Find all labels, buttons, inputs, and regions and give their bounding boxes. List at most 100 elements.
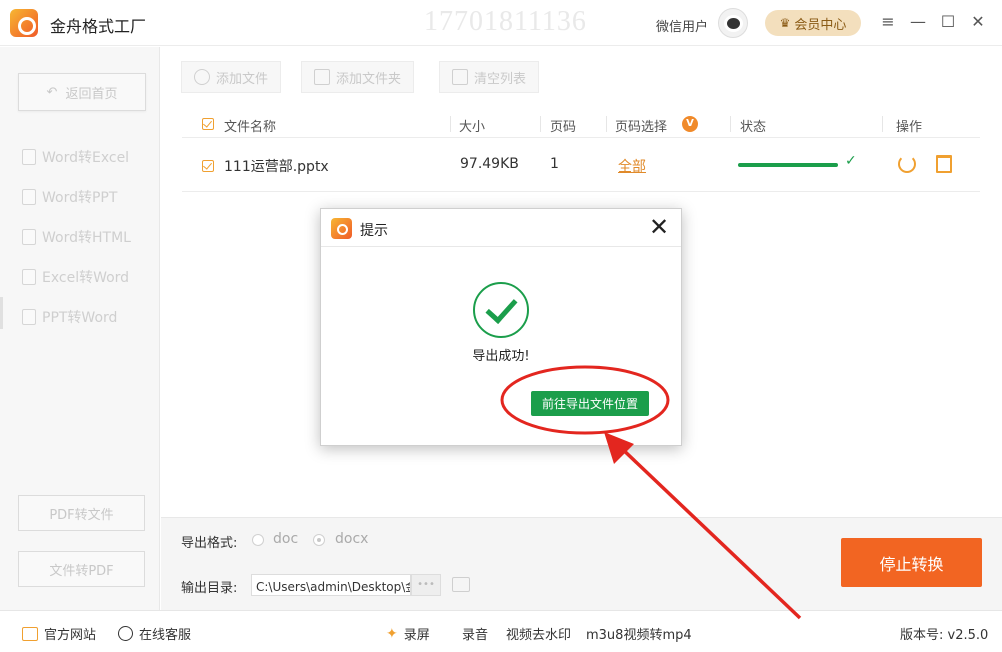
document-icon: [22, 309, 36, 325]
document-icon: [22, 149, 36, 165]
export-format-label: 导出格式:: [181, 536, 238, 551]
table-row[interactable]: 111运营部.pptx 97.49KB 1 全部 ✓: [182, 140, 980, 192]
add-file-button[interactable]: 添加文件: [181, 61, 282, 93]
column-divider: [606, 116, 607, 132]
header-pages: 页码: [550, 120, 577, 135]
wechat-user-label[interactable]: 微信用户: [656, 16, 708, 35]
browse-dir-button[interactable]: •••: [411, 574, 441, 596]
back-home-label: 返回首页: [65, 86, 118, 102]
sidebar-item-word-to-ppt[interactable]: Word转PPT: [22, 187, 117, 207]
success-check-icon: [473, 282, 529, 338]
version-label: 版本号: v2.5.0: [900, 628, 989, 643]
dialog-title: 提示: [360, 223, 388, 239]
stop-conversion-button[interactable]: 停止转换: [841, 538, 982, 587]
header-page-select: 页码选择: [615, 120, 668, 135]
format-radio-docx[interactable]: [313, 534, 325, 546]
sidebar-item-word-to-html[interactable]: Word转HTML: [22, 227, 131, 247]
output-dir-label: 输出目录:: [181, 581, 238, 596]
vip-badge-icon: V: [682, 116, 698, 132]
document-icon: [22, 269, 36, 285]
close-window-icon[interactable]: ✕: [968, 12, 988, 31]
column-divider: [450, 116, 451, 132]
avatar[interactable]: [718, 8, 748, 38]
m3u8-to-mp4-link[interactable]: m3u8视频转mp4: [586, 624, 692, 643]
trash-icon[interactable]: [936, 155, 952, 173]
open-folder-icon[interactable]: [452, 577, 470, 592]
sidebar-item-label: Word转Excel: [42, 150, 130, 166]
row-checkbox[interactable]: [202, 160, 214, 172]
menu-icon[interactable]: ≡: [878, 12, 898, 31]
select-all-checkbox[interactable]: [202, 118, 214, 130]
header-size: 大小: [459, 120, 486, 135]
add-folder-button[interactable]: 添加文件夹: [301, 61, 415, 93]
crown-icon: ♛: [779, 16, 791, 30]
maximize-icon[interactable]: ☐: [938, 12, 958, 31]
format-radio-doc[interactable]: [252, 534, 264, 546]
goto-export-location-button[interactable]: 前往导出文件位置: [531, 391, 649, 416]
folder-icon: [314, 69, 330, 85]
vip-center-label: 会员中心: [794, 17, 847, 33]
sidebar: ↶ 返回首页 Word转Excel Word转PPT Word转HTML Exc…: [0, 47, 160, 610]
add-file-label: 添加文件: [216, 71, 269, 87]
app-title: 金舟格式工厂: [50, 17, 147, 36]
file-to-pdf-button[interactable]: 文件转PDF: [18, 551, 145, 587]
conversion-progress-bar: [738, 163, 838, 167]
clear-list-button[interactable]: 清空列表: [439, 61, 540, 93]
sidebar-item-label: Excel转Word: [42, 270, 130, 286]
remove-watermark-link[interactable]: 视频去水印: [506, 624, 571, 643]
output-dir-input[interactable]: C:\Users\admin\Desktop\金: [251, 574, 411, 596]
close-icon[interactable]: ✕: [649, 213, 669, 241]
official-website-label: 官方网站: [44, 628, 97, 643]
dialog-header: 提示 ✕: [321, 209, 681, 247]
dialog-message: 导出成功!: [472, 349, 530, 364]
column-divider: [882, 116, 883, 132]
online-support-label: 在线客服: [139, 628, 192, 643]
header-actions: 操作: [896, 120, 923, 135]
column-divider: [540, 116, 541, 132]
watermark-text: 17701811136: [424, 6, 587, 37]
official-website-link[interactable]: 官方网站: [22, 624, 96, 643]
sidebar-item-word-to-excel[interactable]: Word转Excel: [22, 147, 129, 167]
title-bar: 金舟格式工厂 17701811136 微信用户 ♛ 会员中心 ≡ — ☐ ✕: [0, 0, 1002, 46]
clear-list-label: 清空列表: [474, 71, 527, 87]
page-select-link[interactable]: 全部: [618, 156, 646, 176]
sidebar-active-marker: [0, 297, 3, 329]
back-arrow-icon: ↶: [46, 84, 58, 100]
column-divider: [730, 116, 731, 132]
document-icon: [22, 189, 36, 205]
export-settings-panel: 导出格式: doc docx 输出目录: C:\Users\admin\Desk…: [161, 517, 1002, 610]
progress-fill: [738, 163, 838, 167]
header-status: 状态: [740, 120, 767, 135]
status-bar: 官方网站 在线客服 ✦ 录屏 录音 视频去水印 m3u8视频转mp4 版本号: …: [0, 610, 1002, 652]
vip-center-button[interactable]: ♛ 会员中心: [765, 10, 861, 36]
format-doc-label: doc: [273, 531, 299, 547]
refresh-icon[interactable]: [898, 155, 916, 173]
record-audio-link[interactable]: 录音: [462, 624, 488, 643]
header-file-name: 文件名称: [224, 120, 277, 135]
file-pages: 1: [550, 156, 559, 172]
minimize-icon[interactable]: —: [908, 12, 928, 31]
format-docx-label: docx: [335, 531, 369, 547]
sidebar-item-label: PPT转Word: [42, 310, 118, 326]
app-logo-icon: [331, 218, 352, 239]
headset-icon: [118, 626, 133, 641]
megaphone-icon: ✦: [386, 625, 398, 642]
add-folder-label: 添加文件夹: [336, 71, 402, 87]
sidebar-item-excel-to-word[interactable]: Excel转Word: [22, 267, 129, 287]
file-name: 111运营部.pptx: [224, 159, 329, 175]
document-icon: [22, 229, 36, 245]
back-home-button[interactable]: ↶ 返回首页: [18, 73, 146, 111]
file-size: 97.49KB: [460, 156, 519, 172]
monitor-icon: [22, 626, 38, 641]
sidebar-item-ppt-to-word[interactable]: PPT转Word: [22, 307, 117, 327]
record-screen-link[interactable]: ✦ 录屏: [386, 624, 430, 644]
pdf-to-file-button[interactable]: PDF转文件: [18, 495, 145, 531]
record-screen-label: 录屏: [403, 628, 430, 643]
sidebar-item-label: Word转HTML: [42, 230, 131, 246]
broom-icon: [452, 69, 468, 85]
sidebar-item-label: Word转PPT: [42, 190, 118, 206]
file-table-header: 文件名称 大小 页码 页码选择 V 状态 操作: [182, 110, 980, 138]
plus-circle-icon: [194, 69, 210, 85]
success-dialog: 提示 ✕ 导出成功! 前往导出文件位置: [320, 208, 682, 446]
online-support-link[interactable]: 在线客服: [118, 624, 191, 643]
